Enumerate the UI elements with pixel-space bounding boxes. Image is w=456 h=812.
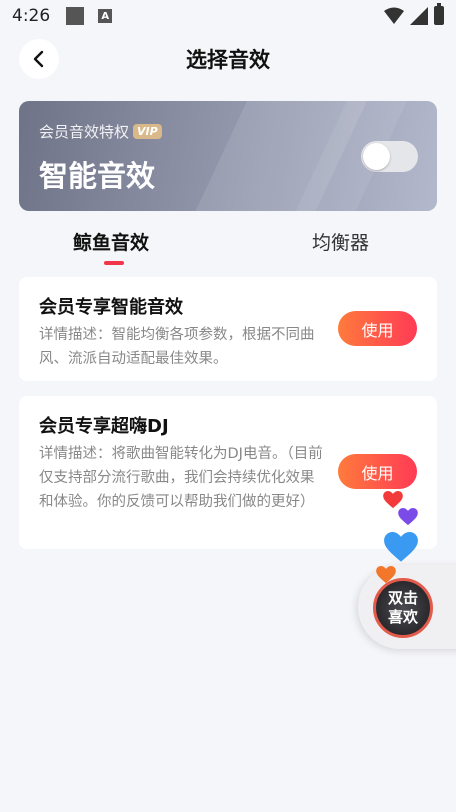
effect-name: 会员专享超嗨DJ: [39, 416, 169, 437]
like-label-line2: 喜欢: [387, 608, 418, 626]
heart-red-icon: [383, 491, 403, 509]
tab-equalizer[interactable]: 均衡器: [312, 228, 369, 255]
use-button[interactable]: 使用: [338, 454, 417, 489]
battery-icon: [434, 3, 444, 25]
double-tap-like-button[interactable]: 双击 喜欢: [373, 578, 433, 638]
heart-purple-icon: [398, 508, 418, 526]
effect-card: 会员专享超嗨DJ 详情描述：将歌曲智能转化为DJ电音。（目前仅支持部分流行歌曲，…: [19, 396, 437, 549]
vip-title: 智能音效: [39, 159, 156, 193]
use-button[interactable]: 使用: [338, 311, 417, 346]
vip-subtitle: 会员音效特权 VIP: [39, 121, 162, 142]
page-title: 选择音效: [186, 48, 270, 72]
smart-effect-toggle[interactable]: [361, 141, 418, 172]
vip-subtitle-text: 会员音效特权: [39, 123, 130, 141]
vip-badge: VIP: [133, 124, 162, 139]
active-tab-indicator: [104, 261, 124, 265]
status-time: 4:26: [12, 6, 51, 26]
cell-signal-icon: [410, 6, 428, 25]
vip-smart-effect-card: 会员音效特权 VIP 智能音效: [19, 101, 437, 211]
like-label-line1: 双击: [387, 589, 418, 607]
effect-card: 会员专享智能音效 详情描述：智能均衡各项参数，根据不同曲风、流派自动适配最佳效果…: [19, 277, 437, 381]
toggle-knob: [363, 143, 390, 170]
status-bar: 4:26 A: [0, 0, 456, 32]
tab-whale-effects[interactable]: 鲸鱼音效: [73, 228, 149, 255]
effect-description: 详情描述：智能均衡各项参数，根据不同曲风、流派自动适配最佳效果。: [39, 327, 315, 367]
notification-a-icon: A: [98, 9, 113, 23]
effect-description: 详情描述：将歌曲智能转化为DJ电音。（目前仅支持部分流行歌曲，我们会持续优化效果…: [39, 446, 323, 510]
wifi-icon: [384, 7, 404, 24]
status-indicators: [384, 3, 444, 25]
heart-blue-icon: [384, 532, 418, 563]
effect-name: 会员专享智能音效: [39, 297, 183, 318]
notification-icon: [66, 7, 85, 25]
